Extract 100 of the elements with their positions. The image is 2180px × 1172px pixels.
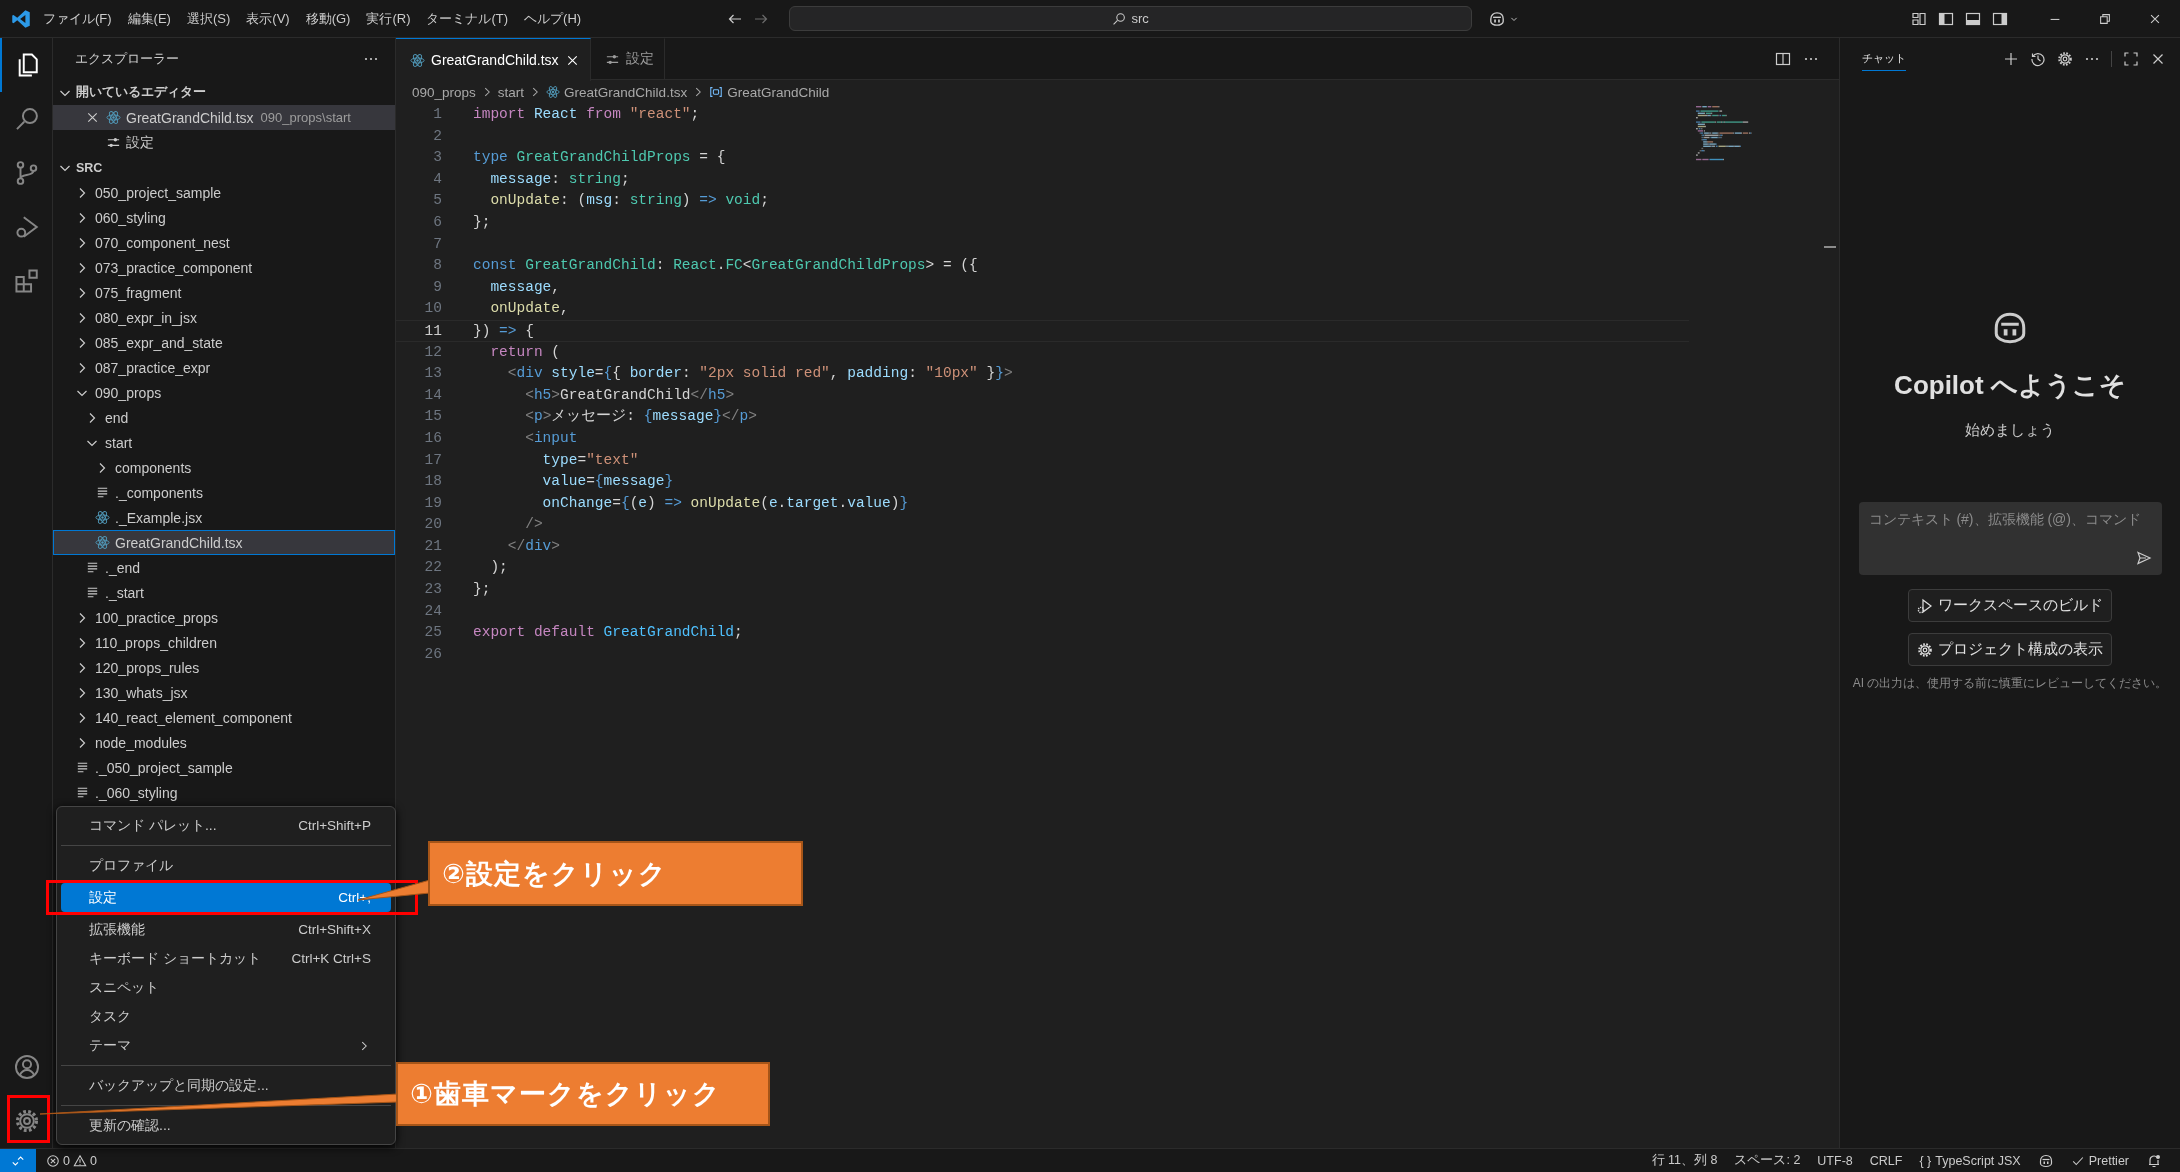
panel-tab[interactable]: チャット: [1862, 47, 1906, 71]
suggestion-button[interactable]: ワークスペースのビルド: [1908, 589, 2112, 622]
language-status[interactable]: { } TypeScript JSX: [1919, 1153, 2021, 1168]
plus-icon[interactable]: [2003, 51, 2019, 67]
code-line: };: [472, 580, 491, 600]
tree-item[interactable]: ._components: [53, 480, 395, 505]
tree-item[interactable]: 085_expr_and_state: [53, 330, 395, 355]
welcome-subtitle: 始めましょう: [1965, 421, 2055, 440]
settings-icon[interactable]: [14, 1108, 40, 1134]
settings-icon[interactable]: [2057, 51, 2073, 67]
run-debug-icon[interactable]: [14, 214, 40, 240]
secondary-sidebar-toggle-icon[interactable]: [1992, 10, 2008, 27]
tree-item[interactable]: ._start: [53, 580, 395, 605]
line-number: 24: [423, 601, 442, 621]
menu-item[interactable]: 編集(E): [127, 9, 171, 28]
sidebar-toggle-icon[interactable]: [1938, 10, 1954, 27]
callout: ①歯車マークをクリック: [396, 1062, 770, 1126]
tree-item[interactable]: ._end: [53, 555, 395, 580]
tree-item[interactable]: 075_fragment: [53, 280, 395, 305]
menu-item[interactable]: プロファイル: [61, 851, 391, 880]
code-line: type GreatGrandChildProps = {: [472, 148, 726, 168]
tree-item[interactable]: 120_props_rules: [53, 655, 395, 680]
menu-item[interactable]: 表示(V): [246, 9, 290, 28]
tree-item[interactable]: 073_practice_component: [53, 255, 395, 280]
tree-item[interactable]: 080_expr_in_jsx: [53, 305, 395, 330]
tree-item[interactable]: end: [53, 405, 395, 430]
code-line: </div>: [506, 536, 561, 556]
line-number: 21: [423, 536, 442, 556]
code-line: onUpdate,: [489, 299, 569, 319]
menu-item[interactable]: 更新の確認...: [61, 1111, 391, 1140]
menu-item[interactable]: タスク: [61, 1002, 391, 1031]
tree-item[interactable]: 087_practice_expr: [53, 355, 395, 380]
tree-item[interactable]: ._060_styling: [53, 780, 395, 805]
tree-item[interactable]: 140_react_element_component: [53, 705, 395, 730]
section-header[interactable]: SRC: [53, 155, 395, 180]
tree-item[interactable]: components: [53, 455, 395, 480]
layout-icon[interactable]: [1911, 10, 1927, 27]
tree-item[interactable]: ._050_project_sample: [53, 755, 395, 780]
tree-item[interactable]: 100_practice_props: [53, 605, 395, 630]
suggestion-button[interactable]: プロジェクト構成の表示: [1908, 633, 2112, 666]
code-line: export default GreatGrandChild;: [472, 623, 743, 643]
breadcrumb-item[interactable]: GreatGrandChild.tsx: [546, 84, 688, 100]
menu-item[interactable]: バックアップと同期の設定...: [61, 1071, 391, 1100]
line-number: 8: [432, 256, 442, 276]
menu-item[interactable]: 選択(S): [186, 9, 231, 28]
tree-item[interactable]: 130_whats_jsx: [53, 680, 395, 705]
warning-icon: [72, 1153, 87, 1168]
tree-item[interactable]: ._Example.jsx: [53, 505, 395, 530]
search-icon[interactable]: [14, 106, 40, 132]
extensions-icon[interactable]: [14, 268, 40, 294]
remote-button[interactable]: [0, 1148, 36, 1172]
chat-input[interactable]: コンテキスト (#)、拡張機能 (@)、コマンド: [1858, 502, 2162, 575]
menu-item[interactable]: 設定 Ctrl+,: [61, 883, 391, 912]
maximize-icon[interactable]: [2123, 51, 2139, 67]
menu-item[interactable]: 移動(G): [305, 9, 351, 28]
menu-item[interactable]: 実行(R): [366, 9, 411, 28]
code-line: message,: [489, 277, 561, 297]
section-header[interactable]: 開いているエディター: [53, 80, 395, 105]
menu-item[interactable]: スニペット: [61, 973, 391, 1002]
history-icon[interactable]: [2030, 51, 2046, 67]
source-control-icon[interactable]: [14, 160, 40, 186]
breadcrumb-item[interactable]: 090_props: [412, 84, 476, 100]
line-number: 13: [423, 364, 442, 384]
restore-icon[interactable]: [2098, 11, 2112, 26]
tree-item[interactable]: node_modules: [53, 730, 395, 755]
code-line: value={message}: [541, 472, 674, 492]
search-field[interactable]: src: [789, 6, 1473, 31]
breadcrumb-item[interactable]: GreatGrandChild: [709, 84, 830, 100]
menu-item[interactable]: ターミナル(T): [426, 9, 509, 28]
split-editor-icon[interactable]: [1775, 50, 1791, 67]
symbol-icon: [709, 85, 724, 99]
bell-icon[interactable]: [2146, 1152, 2162, 1169]
tree-item[interactable]: GreatGrandChild.tsx: [53, 530, 395, 555]
account-icon[interactable]: [14, 1054, 40, 1080]
editor-tab[interactable]: GreatGrandChild.tsx: [396, 38, 591, 81]
settings-icon: [1917, 641, 1933, 658]
tree-item[interactable]: 050_project_sample: [53, 180, 395, 205]
menu-item[interactable]: ヘルプ(H): [524, 9, 582, 28]
status-item[interactable]: CRLF: [1869, 1153, 1903, 1168]
robot-icon[interactable]: [2037, 1152, 2054, 1169]
tree-item[interactable]: start: [53, 430, 395, 455]
panel-toggle-icon[interactable]: [1965, 10, 1981, 27]
tree-item[interactable]: 090_props: [53, 380, 395, 405]
breadcrumb-item[interactable]: start: [497, 84, 525, 100]
menu-item[interactable]: キーボード ショートカット Ctrl+K Ctrl+S: [61, 944, 391, 973]
tree-item[interactable]: 060_styling: [53, 205, 395, 230]
send-icon[interactable]: [2135, 550, 2152, 566]
tree-item[interactable]: 070_component_nest: [53, 230, 395, 255]
tree-item[interactable]: 110_props_children: [53, 630, 395, 655]
menu-item[interactable]: 拡張機能 Ctrl+Shift+X: [61, 915, 391, 944]
problems-status[interactable]: 0 0: [46, 1153, 97, 1168]
menu-item[interactable]: テーマ: [61, 1031, 391, 1060]
open-editor-item[interactable]: GreatGrandChild.tsx 090_props\start: [53, 105, 395, 130]
status-item[interactable]: UTF-8: [1817, 1153, 1853, 1168]
status-item[interactable]: 行 11、列 8: [1651, 1152, 1718, 1169]
open-editor-item[interactable]: 設定: [53, 130, 395, 155]
status-item[interactable]: スペース: 2: [1734, 1152, 1801, 1169]
menu-item[interactable]: コマンド パレット... Ctrl+Shift+P: [61, 811, 391, 840]
formatter-status[interactable]: Prettier: [2070, 1153, 2129, 1168]
menu-item[interactable]: ファイル(F): [43, 9, 112, 28]
